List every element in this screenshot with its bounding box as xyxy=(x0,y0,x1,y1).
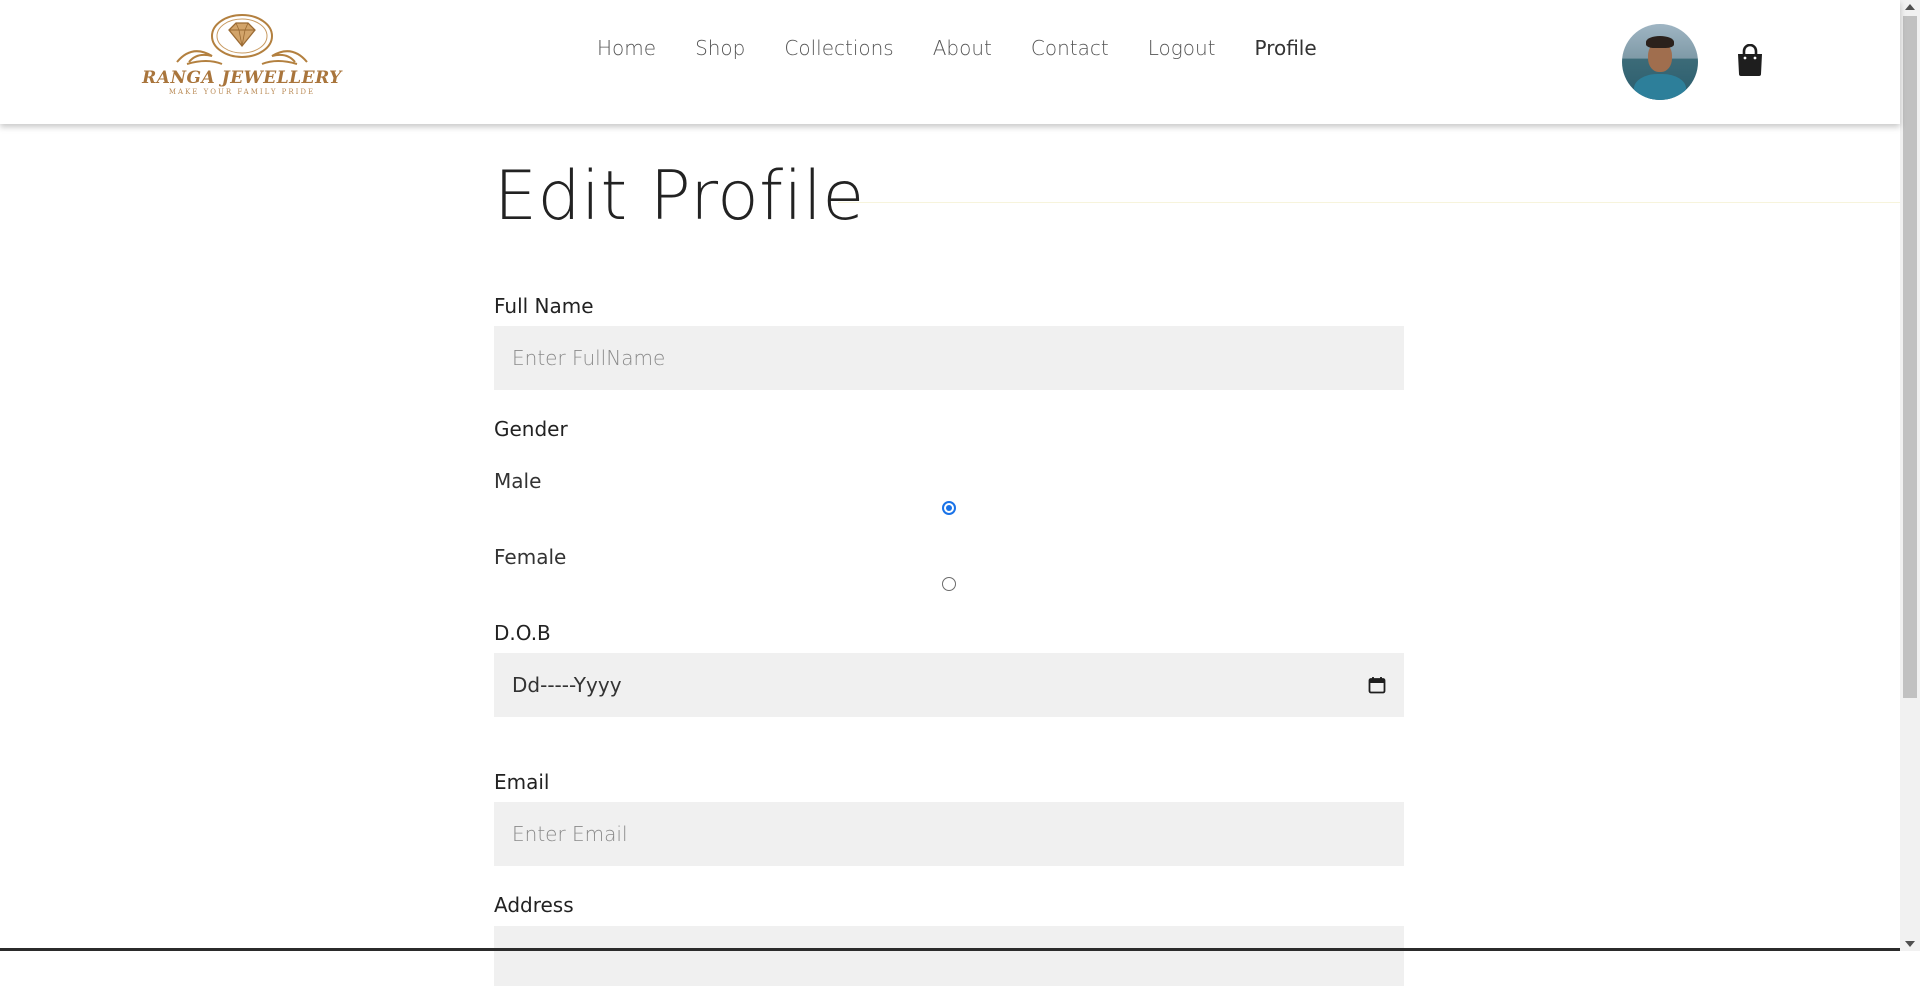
scrollbar-thumb[interactable] xyxy=(1903,16,1917,698)
diamond-logo-icon xyxy=(176,14,308,65)
nav-profile[interactable]: Profile xyxy=(1254,36,1316,60)
full-name-label: Full Name xyxy=(494,294,594,318)
brand-tagline: MAKE YOUR FAMILY PRIDE xyxy=(168,88,316,96)
page-scrollbar[interactable] xyxy=(1900,0,1920,951)
scroll-up-arrow-icon[interactable] xyxy=(1905,4,1915,10)
brand-logo[interactable]: RANGA JEWELLERY MAKE YOUR FAMILY PRIDE xyxy=(128,14,356,104)
page-title: Edit Profile xyxy=(494,157,865,236)
nav-shop[interactable]: Shop xyxy=(695,36,745,60)
email-input[interactable] xyxy=(494,802,1404,866)
nav-contact[interactable]: Contact xyxy=(1031,36,1109,60)
gender-male-radio[interactable] xyxy=(942,501,956,515)
dob-input[interactable]: Dd-----Yyyy xyxy=(494,653,1404,717)
calendar-icon[interactable] xyxy=(1368,676,1386,694)
address-input[interactable] xyxy=(494,926,1404,986)
nav-about[interactable]: About xyxy=(933,36,992,60)
avatar-hair xyxy=(1646,36,1674,48)
gender-label: Gender xyxy=(494,417,568,441)
nav-collections[interactable]: Collections xyxy=(784,36,893,60)
email-label: Email xyxy=(494,770,550,794)
gender-female-label: Female xyxy=(494,545,567,569)
main-nav: Home Shop Collections About Contact Logo… xyxy=(597,36,1356,60)
scroll-down-arrow-icon[interactable] xyxy=(1905,941,1915,947)
shopping-bag-icon[interactable] xyxy=(1736,43,1764,76)
user-avatar[interactable] xyxy=(1622,24,1698,100)
nav-logout[interactable]: Logout xyxy=(1148,36,1216,60)
avatar-shirt xyxy=(1634,74,1686,100)
full-name-input[interactable] xyxy=(494,326,1404,390)
address-label: Address xyxy=(494,893,574,917)
gender-female-radio[interactable] xyxy=(942,577,956,591)
brand-name: RANGA JEWELLERY xyxy=(142,68,342,88)
dob-value: Dd-----Yyyy xyxy=(512,673,622,697)
edit-profile-form: Edit Profile Full Name Gender Male Femal… xyxy=(494,124,1404,986)
site-header: RANGA JEWELLERY MAKE YOUR FAMILY PRIDE H… xyxy=(0,0,1900,124)
nav-home[interactable]: Home xyxy=(597,36,656,60)
dob-label: D.O.B xyxy=(494,621,551,645)
gender-male-label: Male xyxy=(494,469,542,493)
